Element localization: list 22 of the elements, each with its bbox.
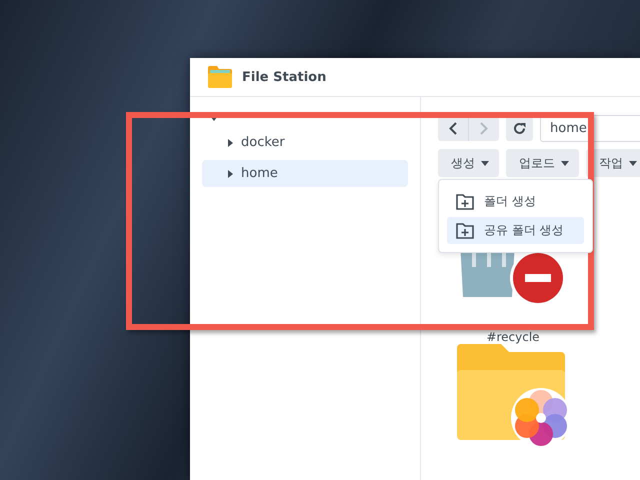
caret-icon [481,160,489,166]
folder-icon [208,66,232,88]
tree-item[interactable]: home [202,160,408,187]
tree-item[interactable]: docker [202,129,408,156]
refresh-button[interactable] [506,116,533,141]
folder-plus-icon [456,194,474,210]
action-button[interactable]: 업로드 [506,149,579,177]
caret-icon [561,160,569,166]
refresh-icon [513,122,526,135]
path-field[interactable]: home [540,115,640,142]
caret-icon [228,170,233,178]
photo-folder-icon [457,344,569,448]
caret-icon [228,138,233,146]
window-title: File Station [242,70,326,84]
folder-plus-icon [456,222,474,238]
caret-icon [629,160,637,166]
back-icon [449,122,457,135]
file-name: #recycle [486,330,540,344]
forward-icon [480,122,488,135]
menu-item[interactable]: 폴더 생성 [447,188,584,215]
action-button[interactable]: 생성 [438,149,499,177]
menu-item[interactable]: 공유 폴더 생성 [447,217,584,244]
